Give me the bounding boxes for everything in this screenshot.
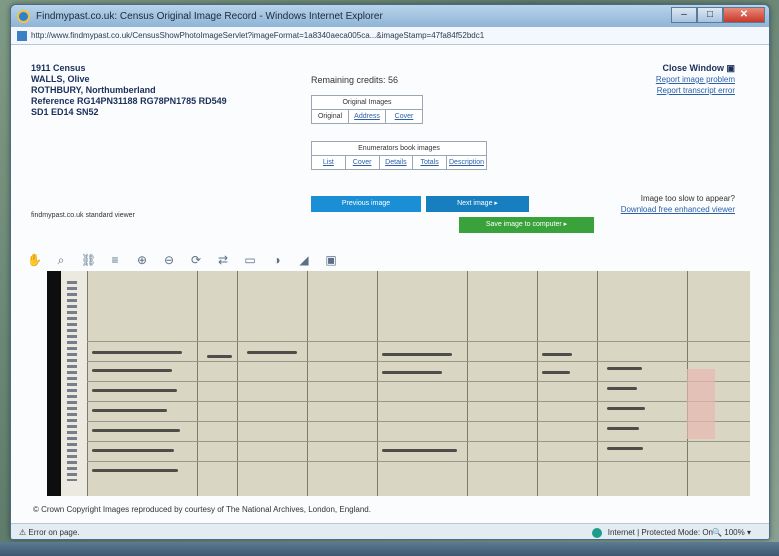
minimize-button[interactable]: – — [671, 7, 697, 23]
url-text[interactable]: http://www.findmypast.co.uk/CensusShowPh… — [31, 31, 484, 40]
cover-link[interactable]: Cover — [386, 110, 422, 123]
cover-book-link[interactable]: Cover — [346, 156, 380, 169]
zoom-out-icon[interactable]: ⊖ — [162, 253, 176, 267]
close-square-icon: ▣ — [726, 63, 735, 73]
ie-icon — [17, 9, 30, 23]
window-title: Findmypast.co.uk: Census Original Image … — [36, 10, 383, 22]
rotate-icon[interactable]: ⟳ — [189, 253, 203, 267]
download-viewer-link[interactable]: Download free enhanced viewer — [615, 204, 735, 215]
previous-image-button[interactable]: Previous image — [311, 196, 421, 212]
close-button[interactable]: ✕ — [723, 7, 765, 23]
right-links: Close Window ▣ Report image problem Repo… — [656, 63, 735, 96]
flip-icon[interactable]: ⇄ — [216, 253, 230, 267]
red-annotation — [687, 369, 715, 439]
save-image-button[interactable]: Save image to computer ▸ — [459, 217, 594, 233]
slow-image-panel: Image too slow to appear? Download free … — [615, 193, 735, 215]
taskbar — [0, 542, 779, 556]
next-image-button[interactable]: Next image ▸ — [426, 196, 529, 212]
remaining-credits: Remaining credits: 56 — [311, 75, 399, 85]
print-icon[interactable]: ▣ — [324, 253, 338, 267]
title-bar: Findmypast.co.uk: Census Original Image … — [11, 5, 769, 27]
person-name: WALLS, Olive — [31, 74, 90, 84]
status-error[interactable]: Error on page. — [28, 528, 79, 537]
security-zone: Internet | Protected Mode: On — [607, 528, 713, 537]
description-link[interactable]: Description — [447, 156, 486, 169]
address-bar[interactable]: http://www.findmypast.co.uk/CensusShowPh… — [11, 27, 769, 45]
black-strip — [47, 271, 61, 496]
details-link[interactable]: Details — [380, 156, 414, 169]
contrast-icon[interactable]: ◢ — [297, 253, 311, 267]
magnifier-icon[interactable]: ⌕ — [54, 253, 68, 268]
copyright-text: © Crown Copyright Images reproduced by c… — [33, 505, 371, 514]
place: ROTHBURY, Northumberland — [31, 85, 156, 95]
hand-icon[interactable]: ✋ — [27, 253, 42, 267]
original-link[interactable]: Original — [312, 110, 349, 123]
sd-ed-sn: SD1 ED14 SN52 — [31, 107, 99, 117]
address-link[interactable]: Address — [349, 110, 386, 123]
census-image[interactable] — [47, 271, 750, 496]
original-images-header: Original Images — [312, 96, 422, 110]
binoculars-icon[interactable]: ⛓ — [81, 253, 96, 267]
slow-question: Image too slow to appear? — [640, 194, 735, 203]
maximize-button[interactable]: □ — [697, 7, 723, 23]
viewer-label: findmypast.co.uk standard viewer — [31, 212, 135, 219]
window-controls: – □ ✕ — [671, 7, 765, 25]
totals-link[interactable]: Totals — [413, 156, 447, 169]
invert-icon[interactable]: ◑ — [270, 253, 284, 267]
record-info: 1911 Census WALLS, Olive ROTHBURY, North… — [31, 63, 227, 118]
zoom-in-icon[interactable]: ⊕ — [135, 253, 149, 267]
enumerators-box: Enumerators book images List Cover Detai… — [311, 141, 487, 170]
enumerators-header: Enumerators book images — [312, 142, 486, 156]
warning-icon: ⚠ — [19, 528, 27, 537]
reference: Reference RG14PN31188 RG78PN1785 RD549 — [31, 96, 227, 106]
margin-text — [67, 281, 77, 481]
close-window-link[interactable]: Close Window ▣ — [656, 63, 735, 74]
crop-icon[interactable]: ▭ — [243, 253, 257, 267]
list-link[interactable]: List — [312, 156, 346, 169]
original-images-box: Original Images Original Address Cover — [311, 95, 423, 124]
status-bar: ⚠ Error on page. Internet | Protected Mo… — [11, 523, 769, 539]
zoom-level[interactable]: 🔍 100% ▾ — [712, 528, 751, 537]
report-image-problem-link[interactable]: Report image problem — [656, 74, 735, 85]
fit-icon[interactable]: ≡ — [108, 253, 122, 267]
browser-window: Findmypast.co.uk: Census Original Image … — [10, 4, 770, 540]
page-icon — [17, 30, 27, 41]
image-toolbar: ✋ ⌕ ⛓ ≡ ⊕ ⊖ ⟳ ⇄ ▭ ◑ ◢ ▣ — [23, 250, 753, 270]
report-transcript-error-link[interactable]: Report transcript error — [656, 85, 735, 96]
globe-icon — [591, 527, 602, 538]
census-year: 1911 Census — [31, 63, 86, 73]
page-content: 1911 Census WALLS, Olive ROTHBURY, North… — [11, 45, 769, 523]
